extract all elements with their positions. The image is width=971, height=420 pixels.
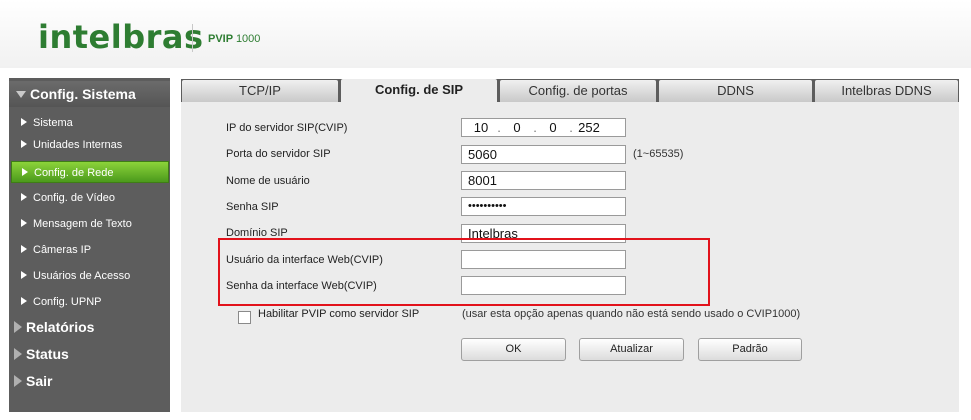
sidebar-item-label: Unidades Internas: [33, 139, 123, 151]
triangle-right-icon: [14, 375, 22, 388]
sidebar-item-config-de-rede[interactable]: Config. de Rede: [11, 161, 169, 183]
username-label: Nome de usuário: [226, 175, 310, 187]
sip-server-port-label: Porta do servidor SIP: [226, 148, 331, 160]
model-prefix: PVIP: [208, 33, 233, 45]
tab-ddns[interactable]: DDNS: [659, 80, 812, 102]
sidebar-item-config-de-video[interactable]: Config. de Vídeo: [11, 187, 169, 209]
ip-dot: .: [569, 120, 573, 135]
sidebar-category-label: Relatórios: [26, 319, 95, 335]
sidebar-item-label: Câmeras IP: [33, 244, 92, 256]
enable-pvip-sip-checkbox[interactable]: [238, 311, 251, 324]
triangle-right-icon: [22, 168, 28, 177]
sidebar-item-usuarios-de-acesso[interactable]: Usuários de Acesso: [11, 265, 169, 287]
tab-tcp-ip[interactable]: TCP/IP: [182, 80, 338, 102]
sip-server-port-range-hint: (1~65535): [633, 148, 684, 160]
triangle-right-icon: [21, 118, 27, 127]
ip-octet-3[interactable]: 0: [540, 119, 566, 136]
header-divider: [192, 24, 193, 52]
refresh-button[interactable]: Atualizar: [579, 338, 684, 361]
sip-config-panel: TCP/IP Config. de SIP Config. de portas …: [181, 79, 959, 412]
sidebar-item-label: Mensagem de Texto: [33, 218, 132, 230]
triangle-right-icon: [21, 271, 27, 280]
sidebar-item-cameras-ip[interactable]: Câmeras IP: [11, 239, 169, 261]
username-input[interactable]: 8001: [461, 171, 626, 190]
triangle-right-icon: [21, 297, 27, 306]
sidebar-category-status[interactable]: Status: [11, 342, 169, 366]
sidebar-section-label: Config. Sistema: [30, 86, 136, 102]
default-button[interactable]: Padrão: [698, 338, 802, 361]
sidebar-item-label: Usuários de Acesso: [33, 270, 131, 282]
highlight-annotation-box: [218, 238, 710, 306]
sidebar-item-label: Config. de Rede: [34, 167, 114, 179]
sip-server-port-input[interactable]: 5060: [461, 145, 626, 164]
sidebar-item-sistema[interactable]: Sistema: [11, 112, 169, 134]
app-header: intelbras PVIP 1000: [0, 0, 971, 68]
sip-password-input[interactable]: ••••••••••: [461, 197, 626, 216]
ip-dot: .: [533, 120, 537, 135]
sip-password-label: Senha SIP: [226, 201, 279, 213]
ip-octet-4[interactable]: 252: [576, 119, 602, 136]
triangle-right-icon: [21, 140, 27, 149]
device-model: PVIP 1000: [208, 33, 260, 45]
triangle-right-icon: [21, 245, 27, 254]
tab-config-de-portas[interactable]: Config. de portas: [500, 80, 656, 102]
sidebar-item-unidades-internas[interactable]: Unidades Internas: [11, 134, 169, 156]
sidebar-category-sair[interactable]: Sair: [11, 369, 169, 393]
triangle-right-icon: [14, 321, 22, 334]
ip-octet-2[interactable]: 0: [504, 119, 530, 136]
sidebar-item-label: Config. de Vídeo: [33, 192, 115, 204]
sidebar-category-relatorios[interactable]: Relatórios: [11, 315, 169, 339]
sidebar-category-label: Sair: [26, 373, 53, 389]
triangle-right-icon: [14, 348, 22, 361]
sidebar-menu: Config. Sistema Sistema Unidades Interna…: [9, 78, 170, 412]
ok-button[interactable]: OK: [461, 338, 566, 361]
sidebar-category-label: Status: [26, 346, 69, 362]
sip-server-ip-label: IP do servidor SIP(CVIP): [226, 122, 348, 134]
sip-server-ip-input[interactable]: 10. 0. 0. 252: [461, 118, 626, 137]
triangle-down-icon: [16, 90, 26, 98]
enable-pvip-sip-label[interactable]: Habilitar PVIP como servidor SIP: [258, 308, 419, 320]
tab-intelbras-ddns[interactable]: Intelbras DDNS: [815, 80, 958, 102]
sidebar-section-config-sistema[interactable]: Config. Sistema: [9, 81, 170, 107]
tab-bar: TCP/IP Config. de SIP Config. de portas …: [181, 79, 959, 103]
sidebar-item-mensagem-de-texto[interactable]: Mensagem de Texto: [11, 213, 169, 235]
ip-octet-1[interactable]: 10: [468, 119, 494, 136]
triangle-right-icon: [21, 219, 27, 228]
sidebar-item-config-upnp[interactable]: Config. UPNP: [11, 291, 169, 313]
brand-logo: intelbras: [38, 18, 204, 56]
sidebar-item-label: Config. UPNP: [33, 296, 102, 308]
model-number: 1000: [235, 33, 261, 45]
ip-dot: .: [497, 120, 501, 135]
enable-pvip-sip-note: (usar esta opção apenas quando não está …: [462, 308, 801, 320]
tab-config-de-sip[interactable]: Config. de SIP: [341, 79, 497, 103]
triangle-right-icon: [21, 193, 27, 202]
sidebar-item-label: Sistema: [33, 117, 73, 129]
